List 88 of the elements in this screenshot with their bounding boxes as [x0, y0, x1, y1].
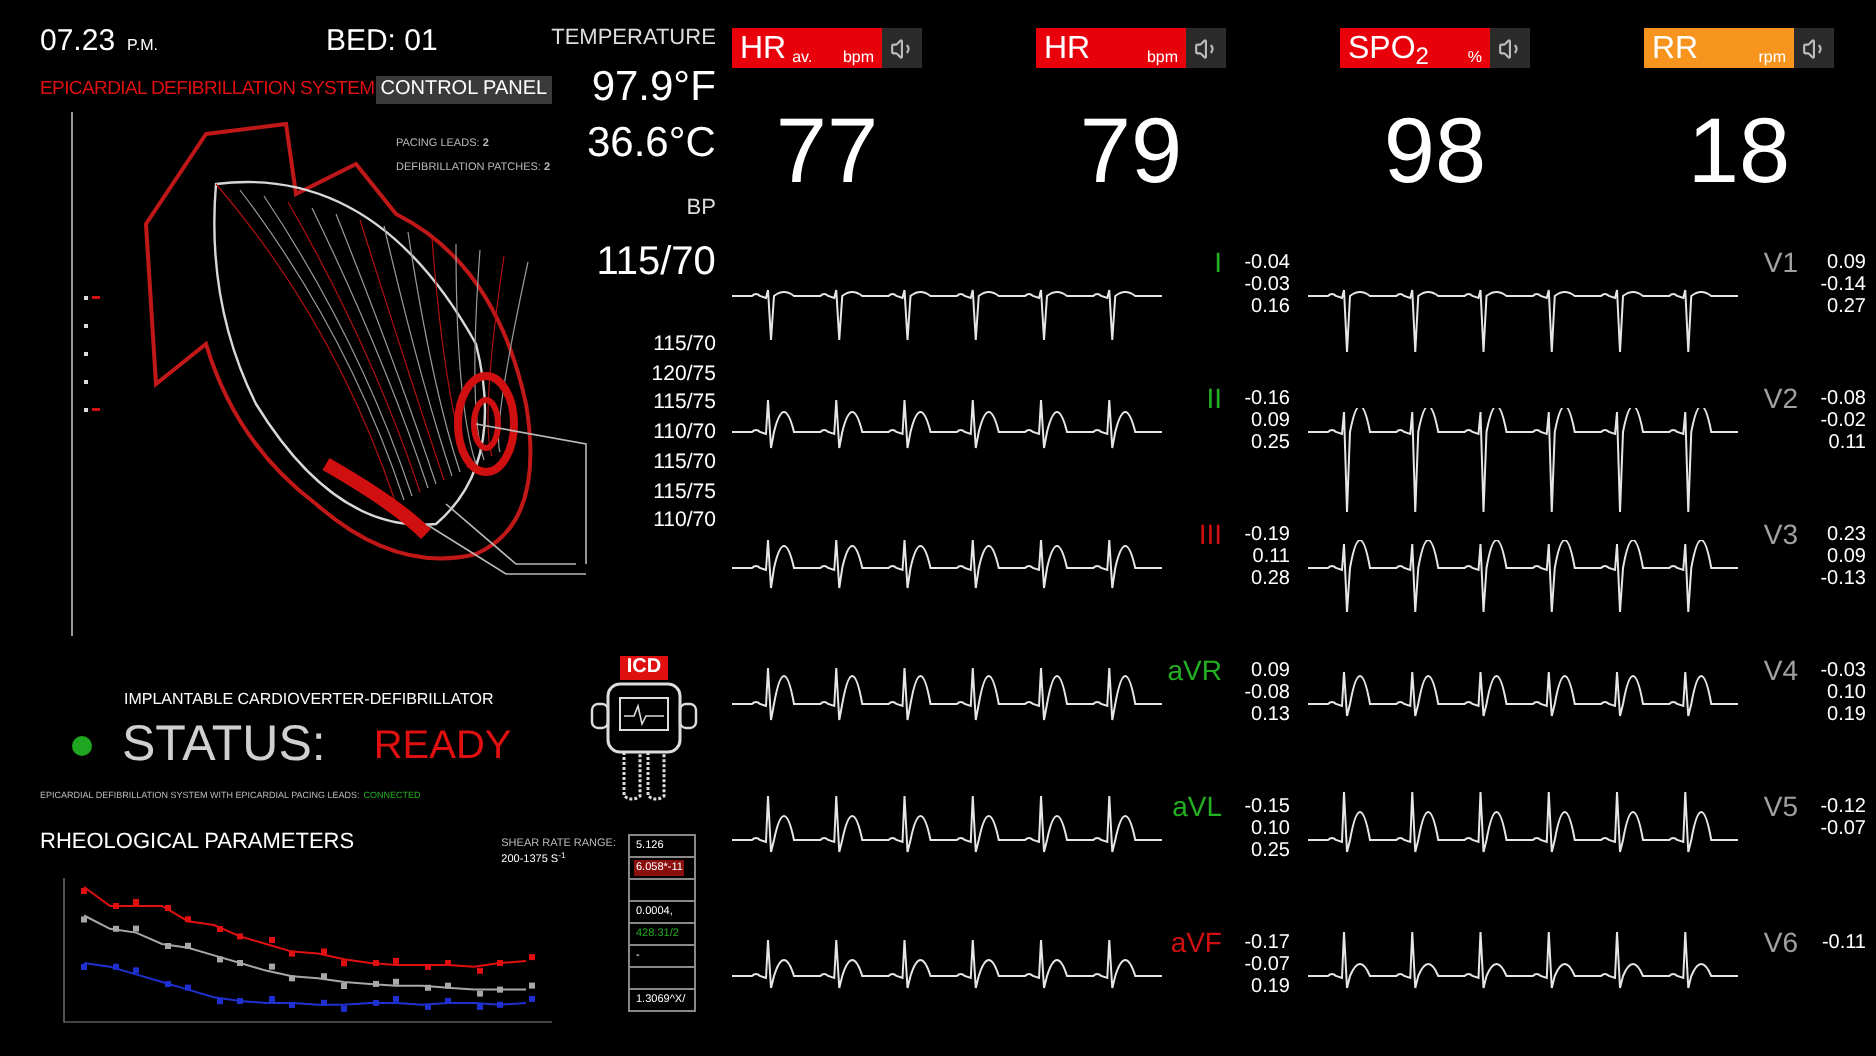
vital-unit: rpm — [1758, 50, 1786, 66]
lead-value: -0.08 — [1242, 682, 1290, 704]
icd-badge: ICD — [620, 656, 668, 680]
vital-label: RR — [1652, 34, 1699, 66]
speaker-icon — [1497, 35, 1523, 61]
vital-unit: % — [1467, 50, 1482, 66]
vital-label: HR — [740, 34, 787, 66]
vital-value: 77 — [773, 104, 881, 196]
lead-value: 0.16 — [1249, 296, 1290, 318]
status-label: STATUS: — [122, 720, 326, 770]
lead-value: 0.09 — [1825, 252, 1866, 274]
temperature-celsius: 36.6°C — [586, 122, 716, 164]
vital-value: 79 — [1077, 104, 1185, 196]
lead-label: V5 — [1761, 788, 1798, 820]
lead-value: 0.25 — [1249, 432, 1290, 454]
bp-history-value: 110/70 — [653, 506, 716, 536]
rheology-title: RHEOLOGICAL PARAMETERS — [40, 832, 355, 854]
vital-label: SPO$_{2}$ — [1348, 34, 1429, 66]
bp-current: 115/70 — [596, 242, 716, 282]
lead-value: 0.10 — [1249, 818, 1290, 840]
speaker-icon — [889, 35, 915, 61]
clock-meridiem: P.M. — [127, 38, 158, 54]
lead-value: 0.13 — [1249, 704, 1290, 726]
speaker-button[interactable] — [1186, 28, 1226, 68]
control-panel-button[interactable]: CONTROL PANEL — [376, 76, 552, 105]
lead-value: 0.25 — [1249, 840, 1290, 862]
speaker-button[interactable] — [1794, 28, 1834, 68]
lead-value: 0.23 — [1825, 524, 1866, 546]
lead-label: aVL — [1170, 788, 1222, 820]
lead-label: V2 — [1761, 380, 1798, 412]
vital-unit: bpm — [1146, 50, 1178, 66]
vital-label: HR — [1044, 34, 1091, 66]
vital-value: 18 — [1685, 104, 1793, 196]
lead-value: -0.19 — [1242, 524, 1290, 546]
lead-label: V6 — [1761, 924, 1798, 956]
lead-value: -0.07 — [1818, 818, 1866, 840]
lead-value: -0.17 — [1242, 932, 1290, 954]
bp-history-value: 115/75 — [653, 477, 716, 507]
lead-value: -0.12 — [1818, 796, 1866, 818]
vital-unit: bpm — [842, 50, 874, 66]
lead-value: -0.04 — [1242, 252, 1290, 274]
speaker-button[interactable] — [882, 28, 922, 68]
bp-history-value: 110/70 — [653, 418, 716, 448]
bp-history-value: 115/75 — [653, 388, 716, 419]
lead-label: III — [1196, 516, 1222, 548]
lead-value: -0.03 — [1242, 274, 1290, 296]
lead-label: V1 — [1761, 244, 1798, 276]
temperature-label: TEMPERATURE — [551, 28, 716, 50]
lead-label: I — [1212, 244, 1222, 276]
lead-value: 0.19 — [1249, 976, 1290, 998]
lead-value: -0.07 — [1242, 954, 1290, 976]
lead-value: 0.28 — [1249, 568, 1290, 590]
speaker-button[interactable] — [1490, 28, 1530, 68]
lead-value: 0.11 — [1826, 432, 1866, 454]
bp-label: BP — [686, 198, 716, 220]
lead-value: -0.11 — [1819, 932, 1866, 954]
vital-sublabel: av. — [792, 50, 813, 66]
lead-value: 0.10 — [1825, 682, 1866, 704]
device-name: IMPLANTABLE CARDIOVERTER-DEFIBRILLATOR — [124, 688, 496, 712]
lead-value: -0.13 — [1818, 568, 1866, 590]
lead-label: V4 — [1761, 652, 1798, 684]
bed-number: BED: 01 — [325, 26, 438, 56]
lead-value: 0.19 — [1825, 704, 1866, 726]
bp-history-value: 115/70 — [653, 447, 716, 478]
vital-value: 98 — [1381, 104, 1489, 196]
lead-value: 0.09 — [1249, 410, 1290, 432]
lead-label: II — [1204, 380, 1222, 412]
lead-value: -0.02 — [1818, 410, 1866, 432]
lead-label: aVF — [1168, 924, 1222, 956]
bp-history-value: 115/70 — [653, 330, 716, 360]
temperature-fahrenheit: 97.9°F — [591, 66, 716, 108]
lead-value: -0.16 — [1242, 388, 1290, 410]
lead-value: -0.14 — [1818, 274, 1866, 296]
lead-value: 0.27 — [1825, 296, 1866, 318]
lead-value: -0.08 — [1818, 388, 1866, 410]
lead-value: 0.11 — [1250, 546, 1290, 568]
clock-time: 07.23 — [40, 26, 116, 56]
lead-value: -0.15 — [1242, 796, 1290, 818]
lead-label: V3 — [1761, 516, 1798, 548]
lead-value: 0.09 — [1825, 546, 1866, 568]
lead-label: aVR — [1165, 652, 1222, 684]
bp-history-value: 120/75 — [651, 359, 716, 389]
status-value: READY — [373, 725, 512, 765]
lead-value: 0.09 — [1249, 660, 1290, 682]
speaker-icon — [1193, 35, 1219, 61]
lead-value: -0.03 — [1818, 660, 1866, 682]
speaker-icon — [1801, 35, 1827, 61]
system-title: EPICARDIAL DEFIBRILLATION SYSTEM — [40, 76, 375, 104]
